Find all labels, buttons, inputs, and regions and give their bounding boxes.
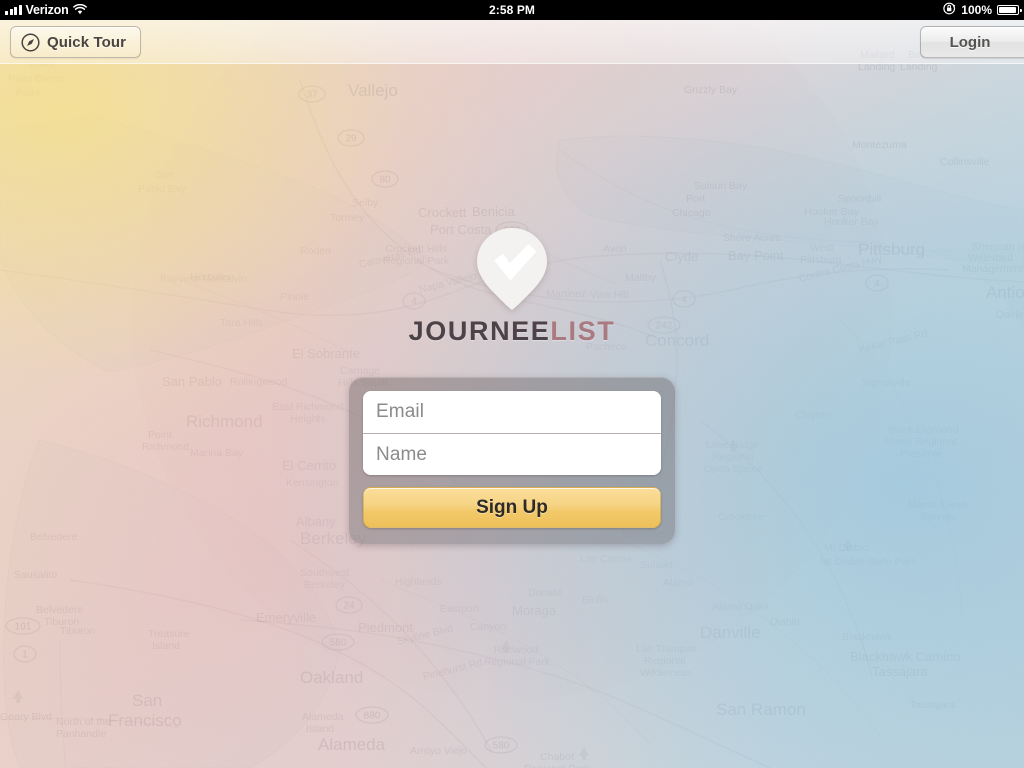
compass-icon <box>21 32 40 52</box>
email-placeholder: Email <box>376 401 425 422</box>
name-field[interactable]: Name <box>363 433 661 475</box>
name-placeholder: Name <box>376 443 428 465</box>
top-header-bar: Quick Tour Login <box>0 20 1024 64</box>
status-bar-right: 100% <box>943 2 1024 18</box>
battery-icon <box>997 5 1022 15</box>
quick-tour-label: Quick Tour <box>47 33 127 51</box>
sign-up-button[interactable]: Sign Up <box>363 487 661 528</box>
login-label: Login <box>949 33 991 51</box>
signup-panel: Email Name Sign Up <box>349 377 675 544</box>
quick-tour-button[interactable]: Quick Tour <box>10 26 142 58</box>
sign-up-label: Sign Up <box>476 496 548 518</box>
ios-status-bar: Verizon 2:58 PM 100% <box>0 0 1024 20</box>
rotation-lock-icon <box>943 2 956 18</box>
battery-percent-label: 100% <box>961 3 992 17</box>
login-button[interactable]: Login <box>920 26 1024 58</box>
email-field[interactable]: Email <box>363 391 661 433</box>
app-screen: 372980680442424245808805801011 VallejoBl… <box>0 0 1024 768</box>
signup-field-group: Email Name <box>363 391 661 475</box>
status-bar-clock: 2:58 PM <box>488 3 536 17</box>
